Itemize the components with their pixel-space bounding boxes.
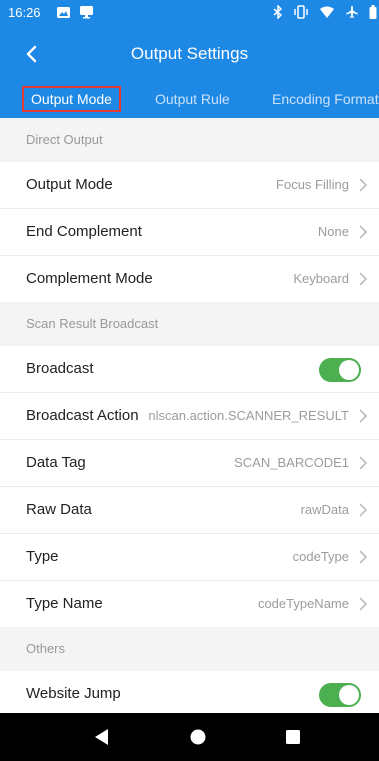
bluetooth-icon [273,4,283,24]
airplane-icon [345,5,359,24]
row-label: Broadcast [26,360,94,377]
image-icon [56,6,71,24]
row-broadcast: Broadcast [0,346,379,393]
chevron-right-icon [359,272,368,286]
row-complement-mode[interactable]: Complement Mode Keyboard [0,256,379,302]
status-right-icons [273,4,377,24]
row-label: Website Jump [26,685,121,702]
row-broadcast-action[interactable]: Broadcast Action nlscan.action.SCANNER_R… [0,393,379,440]
row-value: None [317,224,349,239]
tab-output-mode[interactable]: Output Mode [22,86,121,112]
row-value: Focus Filling [276,177,349,192]
row-value: rawData [300,502,349,517]
toggle-knob [339,685,359,705]
settings-list: Direct Output Output Mode Focus Filling … [0,118,379,713]
row-label: Broadcast Action [26,407,139,424]
section-header-others: Others [0,627,379,671]
recents-square-icon [286,730,300,744]
nav-home-button[interactable] [189,728,207,751]
wifi-icon [319,6,335,24]
nav-back-button[interactable] [92,727,110,752]
row-output-mode[interactable]: Output Mode Focus Filling [0,162,379,209]
row-data-tag[interactable]: Data Tag SCAN_BARCODE1 [0,440,379,487]
tab-output-rule[interactable]: Output Rule [155,91,230,107]
section-header-scan-result-broadcast: Scan Result Broadcast [0,302,379,346]
row-website-jump: Website Jump [0,671,379,713]
direct-output-group: Output Mode Focus Filling End Complement… [0,162,379,302]
chevron-right-icon [359,597,368,611]
broadcast-group: Broadcast Broadcast Action nlscan.action… [0,346,379,627]
tab-encoding-format[interactable]: Encoding Format [272,91,379,107]
row-label: Data Tag [26,454,86,471]
chevron-right-icon [359,409,368,423]
row-value: codeTypeName [257,596,349,611]
row-type-name[interactable]: Type Name codeTypeName [0,581,379,627]
chevron-right-icon [359,550,368,564]
row-raw-data[interactable]: Raw Data rawData [0,487,379,534]
status-time: 16:26 [8,5,41,20]
row-label: Type [26,548,59,565]
chevron-right-icon [359,456,368,470]
row-label: Type Name [26,595,103,612]
section-header-direct-output: Direct Output [0,118,379,162]
broadcast-toggle[interactable] [319,358,361,382]
vibrate-icon [293,5,309,24]
row-label: Output Mode [26,176,113,193]
device-icon [79,5,94,24]
chevron-right-icon [359,178,368,192]
page-title: Output Settings [130,44,249,63]
navigation-bar [0,713,379,761]
row-value: Keyboard [293,271,349,286]
row-value: SCAN_BARCODE1 [234,455,349,470]
toggle-knob [339,360,359,380]
back-triangle-icon [95,729,108,745]
row-label: Raw Data [26,501,92,518]
chevron-right-icon [359,503,368,517]
status-left-icons [56,5,94,24]
nav-recents-button[interactable] [285,729,301,750]
row-value: nlscan.action.SCANNER_RESULT [148,408,349,423]
home-circle-icon [190,729,206,745]
battery-icon [369,5,377,24]
row-label: End Complement [26,223,142,240]
row-value: codeType [292,549,349,564]
others-group: Website Jump [0,671,379,713]
row-label: Complement Mode [26,270,153,287]
row-end-complement[interactable]: End Complement None [0,209,379,256]
row-type[interactable]: Type codeType [0,534,379,581]
tab-bar: Output Mode Output Rule Encoding Format [0,84,379,118]
app-bar: Output Settings [0,26,379,84]
website-jump-toggle[interactable] [319,683,361,707]
status-bar: 16:26 [0,0,379,26]
chevron-right-icon [359,225,368,239]
